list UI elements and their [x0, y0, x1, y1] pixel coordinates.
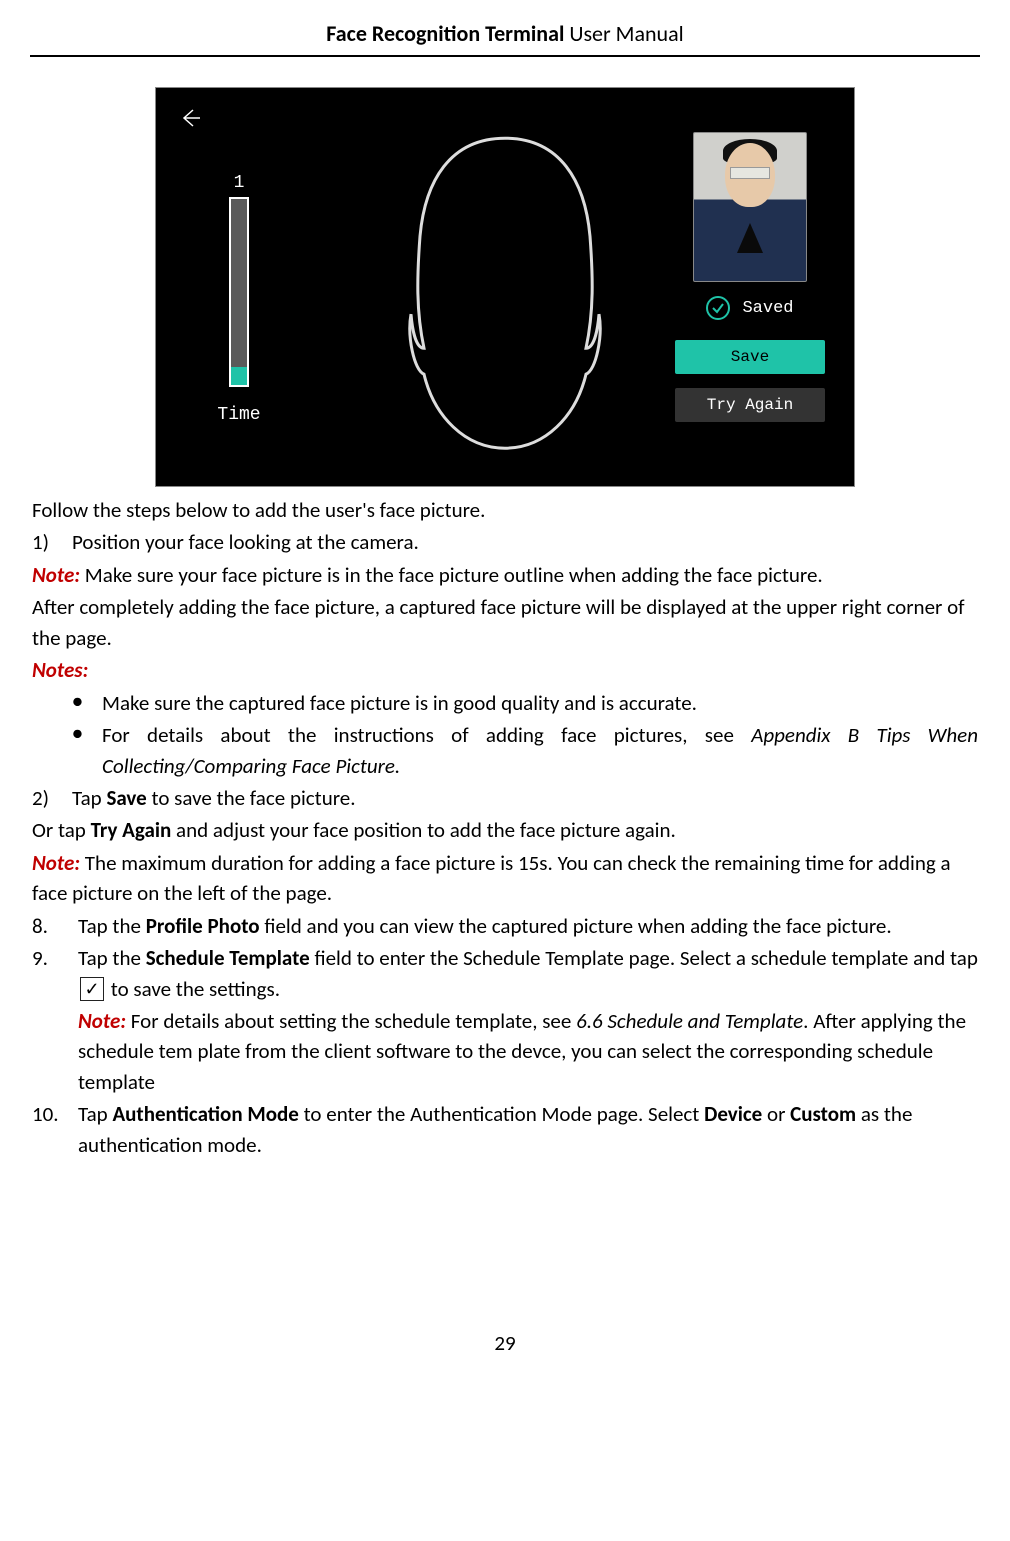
header-title-rest: User Manual [564, 20, 683, 47]
timer-number: 1 [211, 173, 267, 193]
step-2-text: Tap Save to save the face picture. [72, 783, 978, 813]
step-2: 2) Tap Save to save the face picture. [32, 783, 978, 813]
step-1-after: After completely adding the face picture… [32, 592, 978, 653]
step-8: 8. Tap the Profile Photo field and you c… [32, 911, 978, 941]
try-again-button[interactable]: Try Again [675, 388, 825, 422]
body-content: Follow the steps below to add the user's… [30, 495, 980, 1160]
bullet-2-text: For details about the instructions of ad… [102, 720, 978, 781]
face-outline-icon [390, 126, 620, 461]
bullet-1-text: Make sure the captured face picture is i… [102, 688, 978, 718]
header-title-bold: Face Recognition Terminal [326, 20, 564, 47]
note-label: Note: [78, 1008, 126, 1034]
step-10-num: 10. [32, 1099, 78, 1160]
step-1-text: Position your face looking at the camera… [72, 527, 978, 557]
back-arrow-icon[interactable] [178, 106, 202, 130]
timer-bar [229, 197, 249, 387]
bullet-dot-icon: ● [72, 688, 102, 718]
timer-label: Time [211, 405, 267, 425]
check-circle-icon [706, 296, 730, 320]
notes-label: Notes: [32, 655, 978, 685]
bullet-2: ● For details about the instructions of … [72, 720, 978, 781]
step-8-num: 8. [32, 911, 78, 941]
note-text: Make sure your face picture is in the fa… [80, 562, 823, 588]
device-screenshot: 1 Time Saved Save [155, 87, 855, 487]
save-button[interactable]: Save [675, 340, 825, 374]
step-1-note: Note: Make sure your face picture is in … [32, 560, 978, 590]
note-label: Note: [32, 562, 80, 588]
intro-text: Follow the steps below to add the user's… [32, 495, 978, 525]
step-9-num: 9. [32, 943, 78, 1004]
step-2-or: Or tap Try Again and adjust your face po… [32, 815, 978, 845]
step-9: 9. Tap the Schedule Template field to en… [32, 943, 978, 1004]
note-label: Note: [32, 850, 80, 876]
bullet-dot-icon: ● [72, 720, 102, 781]
timer-bar-fill [231, 367, 247, 385]
checkmark-icon: ✓ [80, 977, 104, 1001]
note-text: The maximum duration for adding a face p… [32, 850, 951, 906]
page-number: 29 [30, 1330, 980, 1356]
captured-photo-thumbnail [693, 132, 807, 282]
page-header: Face Recognition Terminal User Manual [30, 20, 980, 57]
step-1-num: 1) [32, 527, 72, 557]
step-10: 10. Tap Authentication Mode to enter the… [32, 1099, 978, 1160]
step-2-note: Note: The maximum duration for adding a … [32, 848, 978, 909]
bullet-1: ● Make sure the captured face picture is… [72, 688, 978, 718]
right-panel: Saved Save Try Again [670, 132, 830, 436]
step-8-text: Tap the Profile Photo field and you can … [78, 911, 978, 941]
timer-column: 1 Time [211, 173, 267, 425]
saved-status: Saved [670, 296, 830, 320]
step-1: 1) Position your face looking at the cam… [32, 527, 978, 557]
step-10-text: Tap Authentication Mode to enter the Aut… [78, 1099, 978, 1160]
step-2-num: 2) [32, 783, 72, 813]
step-9-text: Tap the Schedule Template field to enter… [78, 943, 978, 1004]
saved-status-text: Saved [742, 299, 793, 318]
step-9-note: Note: For details about setting the sche… [78, 1006, 978, 1097]
